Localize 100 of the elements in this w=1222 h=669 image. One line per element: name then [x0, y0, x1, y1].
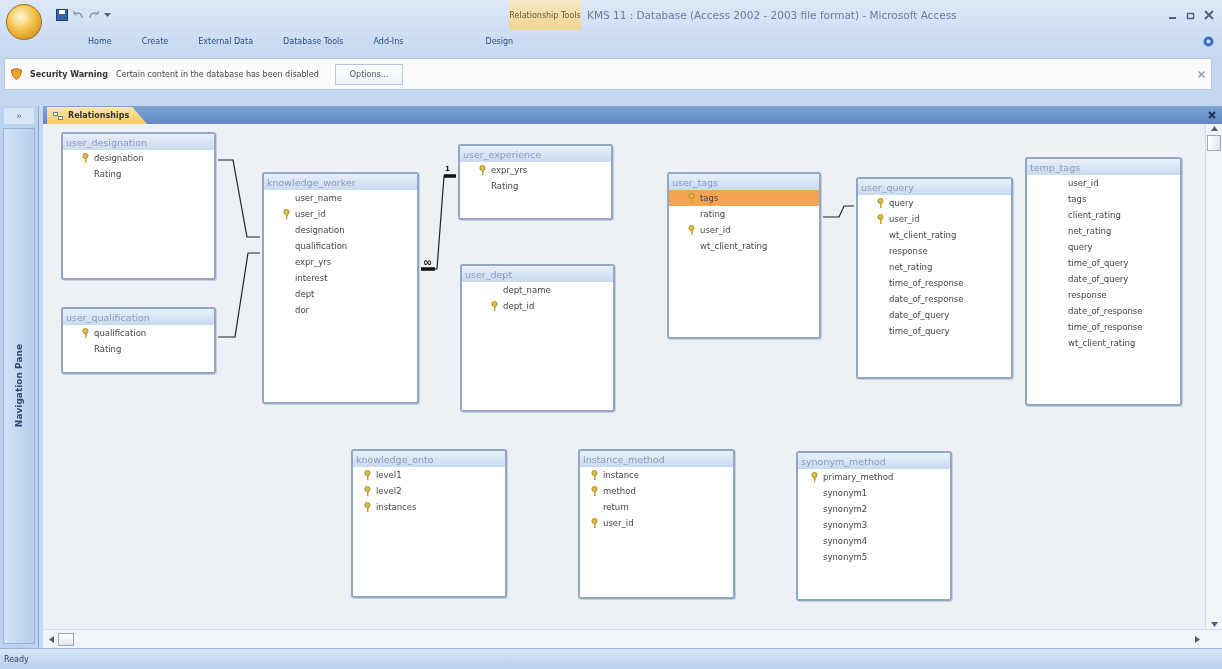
field-row[interactable]: response [858, 243, 1011, 259]
field-row[interactable]: return [580, 499, 733, 515]
field-row[interactable]: Rating [63, 166, 214, 182]
table-window[interactable]: knowledge_worker user_name user_id designation qualification expr_yrs interest dept dor [262, 172, 419, 404]
key-icon [687, 224, 696, 236]
field-row[interactable]: synonym3 [798, 517, 950, 533]
scroll-thumb[interactable] [1207, 135, 1221, 151]
ribbon-tab[interactable]: Database Tools [273, 33, 354, 49]
field-row[interactable]: date_of_response [858, 291, 1011, 307]
scroll-up-icon[interactable] [1210, 126, 1218, 131]
field-row[interactable]: user_id [580, 515, 733, 531]
relationship-line[interactable] [217, 159, 261, 238]
field-row[interactable]: user_id [669, 222, 819, 238]
field-row[interactable]: user_id [1027, 175, 1180, 191]
dropdown-icon[interactable] [104, 12, 111, 18]
scroll-left-icon[interactable] [49, 635, 54, 643]
table-window[interactable]: user_tags tags rating user_id wt_client_rating [667, 172, 821, 339]
options-button[interactable]: Options... [334, 63, 404, 85]
field-row[interactable]: Rating [460, 178, 611, 194]
navigation-pane[interactable]: Navigation Pane [3, 128, 35, 644]
field-row[interactable]: primary_method [798, 469, 950, 485]
field-row[interactable]: synonym4 [798, 533, 950, 549]
table-window[interactable]: knowledge_onto level1 level2 instances [351, 449, 507, 598]
field-row[interactable]: dept [264, 286, 417, 302]
field-row[interactable]: synonym2 [798, 501, 950, 517]
field-row[interactable]: qualification [264, 238, 417, 254]
table-window[interactable]: user_dept dept_name dept_id [460, 264, 615, 412]
ribbon-tab[interactable]: Create [131, 33, 179, 49]
window-title: KMS 11 : Database (Access 2002 - 2003 file format) - Microsoft Access [587, 9, 957, 21]
table-window[interactable]: user_experience expr_yrs Rating [458, 144, 613, 220]
table-window[interactable]: synonym_method primary_method synonym1 synonym2 synonym3 synonym4 synonym5 [796, 451, 952, 601]
ribbon-tab[interactable]: External Data [188, 33, 264, 49]
field-row[interactable]: time_of_query [1027, 255, 1180, 271]
help-icon[interactable] [1203, 35, 1214, 47]
document-tab[interactable]: Relationships [47, 107, 148, 124]
field-row[interactable]: level1 [353, 467, 505, 483]
field-row[interactable]: date_of_query [1027, 271, 1180, 287]
field-row[interactable]: synonym5 [798, 549, 950, 565]
field-row[interactable]: expr_yrs [460, 162, 611, 178]
field-row[interactable]: user_name [264, 190, 417, 206]
field-row[interactable]: wt_client_rating [1027, 335, 1180, 351]
field-row[interactable]: net_rating [1027, 223, 1180, 239]
field-row[interactable]: designation [264, 222, 417, 238]
scroll-down-icon[interactable] [1210, 622, 1218, 627]
field-row[interactable]: client_rating [1027, 207, 1180, 223]
field-row[interactable]: date_of_response [1027, 303, 1180, 319]
field-row[interactable]: time_of_response [1027, 319, 1180, 335]
table-window[interactable]: user_query query user_id wt_client_rating response net_rating time_of_response date_of_response date_of_query time_of_query [856, 177, 1013, 379]
ribbon-tab[interactable]: Design [475, 33, 524, 49]
field-row[interactable]: wt_client_rating [669, 238, 819, 254]
field-row[interactable]: time_of_response [858, 275, 1011, 291]
close-icon[interactable] [1198, 70, 1205, 78]
field-row[interactable]: query [858, 195, 1011, 211]
field-row[interactable]: dept_name [462, 282, 613, 298]
field-row[interactable]: date_of_query [858, 307, 1011, 323]
field-row[interactable]: net_rating [858, 259, 1011, 275]
office-button[interactable] [6, 4, 42, 40]
table-window[interactable]: temp_tags user_id tags client_rating net_rating query time_of_query date_of_query response date_of_response time_of_response wt_client_rating [1025, 157, 1182, 406]
table-title: user_tags [669, 174, 819, 190]
field-row[interactable]: instances [353, 499, 505, 515]
field-row[interactable]: expr_yrs [264, 254, 417, 270]
nav-pane-toggle[interactable]: » [4, 108, 34, 124]
status-text: Ready [4, 654, 29, 664]
table-window[interactable]: instance_method instance method return user_id [578, 449, 735, 599]
field-row[interactable]: designation [63, 150, 214, 166]
ribbon-tab[interactable]: Add-Ins [363, 33, 414, 49]
close-icon[interactable] [1204, 10, 1214, 20]
field-row[interactable]: user_id [858, 211, 1011, 227]
scroll-thumb[interactable] [58, 632, 74, 646]
field-row[interactable]: tags [1027, 191, 1180, 207]
field-row[interactable]: rating [669, 206, 819, 222]
field-row[interactable]: level2 [353, 483, 505, 499]
relationship-line[interactable] [822, 205, 855, 218]
vertical-scrollbar[interactable] [1205, 124, 1222, 629]
save-icon[interactable] [56, 9, 68, 21]
field-row[interactable]: interest [264, 270, 417, 286]
field-row[interactable]: dor [264, 302, 417, 318]
field-row[interactable]: user_id [264, 206, 417, 222]
field-row[interactable]: qualification [63, 325, 214, 341]
field-row[interactable]: response [1027, 287, 1180, 303]
table-window[interactable]: user_designation designation Rating [61, 132, 216, 280]
restore-icon[interactable] [1186, 10, 1196, 20]
table-title: knowledge_worker [264, 174, 417, 190]
field-row[interactable]: instance [580, 467, 733, 483]
field-row[interactable]: method [580, 483, 733, 499]
scroll-right-icon[interactable] [1195, 635, 1200, 643]
field-row[interactable]: query [1027, 239, 1180, 255]
field-row[interactable]: Rating [63, 341, 214, 357]
close-icon[interactable] [1208, 111, 1216, 119]
security-warning-message: Certain content in the database has been disabled [115, 69, 319, 79]
relationship-line[interactable] [217, 252, 261, 338]
field-row[interactable]: time_of_query [858, 323, 1011, 339]
field-row[interactable]: wt_client_rating [858, 227, 1011, 243]
field-row[interactable]: dept_id [462, 298, 613, 314]
field-row[interactable]: synonym1 [798, 485, 950, 501]
horizontal-scrollbar[interactable] [43, 629, 1222, 648]
field-row[interactable]: tags [669, 190, 819, 206]
ribbon-tab[interactable]: Home [78, 33, 122, 49]
key-icon [363, 469, 372, 481]
table-window[interactable]: user_qualification qualification Rating [61, 307, 216, 374]
